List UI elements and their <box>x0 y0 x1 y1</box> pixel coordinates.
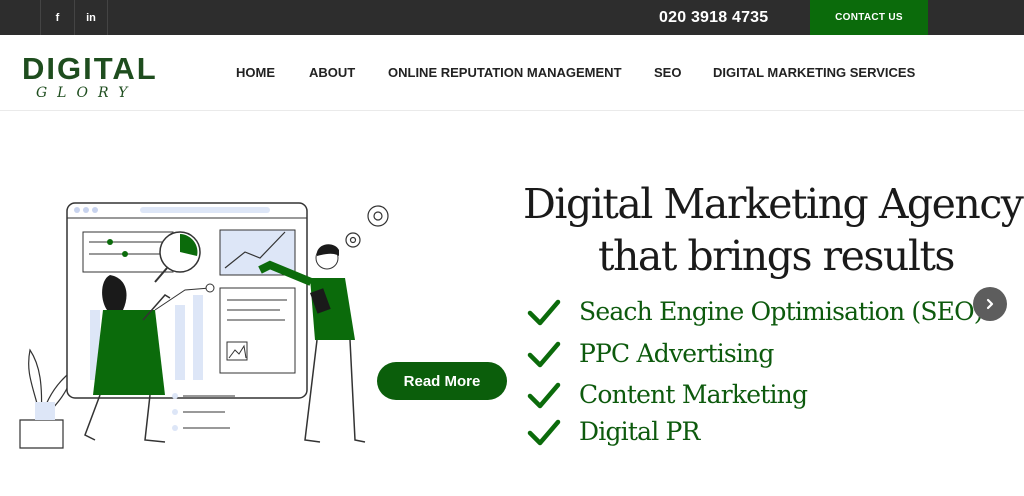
service-item: PPC Advertising <box>527 339 774 368</box>
logo-main-text: DIGITAL <box>22 51 158 86</box>
hero-headline-line1: Digital Marketing Agency <box>523 180 1024 228</box>
service-label: Seach Engine Optimisation (SEO) <box>579 297 984 326</box>
service-item: Digital PR <box>527 417 700 446</box>
read-more-button[interactable]: Read More <box>377 362 507 400</box>
nav-item-home[interactable]: HOME <box>236 65 275 80</box>
logo-sub-text: GLORY <box>36 85 138 101</box>
carousel-next-button[interactable] <box>973 287 1007 321</box>
site-header: DIGITAL GLORY HOME ABOUT ONLINE REPUTATI… <box>0 35 1024 111</box>
service-label: Digital PR <box>579 417 700 446</box>
service-item: Content Marketing <box>527 380 808 409</box>
nav-item-online-reputation-management[interactable]: ONLINE REPUTATION MANAGEMENT <box>388 65 622 80</box>
service-item: Seach Engine Optimisation (SEO) <box>527 297 984 326</box>
top-bar: f in 020 3918 4735 CONTACT US <box>0 0 1024 35</box>
service-label: PPC Advertising <box>579 339 774 368</box>
nav-item-digital-marketing-services[interactable]: DIGITAL MARKETING SERVICES <box>713 65 915 80</box>
nav-item-seo[interactable]: SEO <box>654 65 681 80</box>
hero-headline-line2: that brings results <box>598 232 955 280</box>
service-label: Content Marketing <box>579 380 808 409</box>
check-icon <box>527 299 561 325</box>
phone-number[interactable]: 020 3918 4735 <box>659 9 768 27</box>
plant-illustration <box>19 348 74 449</box>
hero-illustration <box>19 202 389 449</box>
nav-item-about[interactable]: ABOUT <box>309 65 355 80</box>
logo[interactable]: DIGITAL GLORY <box>22 53 158 102</box>
facebook-icon[interactable]: f <box>40 0 74 35</box>
chevron-right-icon <box>986 298 994 310</box>
contact-us-button[interactable]: CONTACT US <box>810 0 928 35</box>
gear-icon <box>345 205 389 248</box>
check-icon <box>527 419 561 445</box>
check-icon <box>527 341 561 367</box>
check-icon <box>527 382 561 408</box>
linkedin-icon[interactable]: in <box>74 0 108 35</box>
